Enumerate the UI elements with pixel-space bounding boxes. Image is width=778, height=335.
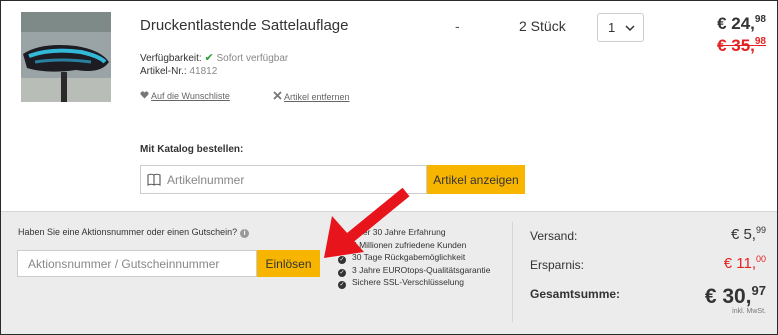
shipping-value-cents: 99: [755, 225, 766, 235]
availability-label: Verfügbarkeit:: [140, 53, 202, 64]
check-icon: ✔: [204, 52, 214, 64]
heart-icon: [140, 91, 151, 101]
summary-divider: [512, 222, 513, 322]
chevron-down-icon: [625, 21, 635, 36]
product-title[interactable]: Druckentlastende Sattelauflage: [140, 17, 348, 34]
info-icon[interactable]: i: [240, 229, 250, 238]
savings-value: € 11,00: [724, 254, 766, 272]
product-image[interactable]: [21, 12, 111, 102]
shipping-label: Versand:: [530, 229, 578, 243]
close-icon: [273, 91, 284, 102]
catalog-order-label: Mit Katalog bestellen:: [140, 144, 244, 155]
wishlist-link[interactable]: Auf die Wunschliste: [140, 91, 230, 101]
article-number: Artikel-Nr.: 41812: [140, 66, 217, 77]
shipping-value: € 5,99: [731, 225, 766, 243]
remove-item-label: Artikel entfernen: [284, 92, 350, 102]
availability: Verfügbarkeit: ✔ Sofort verfügbar: [140, 51, 288, 64]
savings-value-cents: 00: [755, 254, 766, 264]
benefit-text: Sichere SSL-Verschlüsselung: [352, 277, 464, 287]
article-number-label: Artikel-Nr.:: [140, 66, 187, 77]
remove-item-link[interactable]: Artikel entfernen: [273, 91, 350, 102]
benefit-item: ✓ 3 Jahre EUROtops-Qualitätsgarantie: [338, 264, 490, 277]
total-value-main: € 30,: [704, 285, 752, 308]
price-current: € 24,98: [717, 14, 766, 34]
price-current-main: € 24,: [717, 14, 755, 33]
price-old-cents: 98: [754, 36, 766, 47]
price-old: € 35,98: [717, 36, 766, 56]
benefit-item: ✓ Sichere SSL-Verschlüsselung: [338, 276, 490, 289]
article-number-value: 41812: [189, 66, 218, 77]
vat-note: inkl. MwSt.: [732, 308, 766, 315]
voucher-question-text: Haben Sie eine Aktionsnummer oder einen …: [18, 227, 238, 237]
benefit-text: 3 Jahre EUROtops-Qualitätsgarantie: [352, 264, 491, 275]
check-circle-icon: ✓: [338, 281, 346, 289]
show-article-button[interactable]: Artikel anzeigen: [427, 165, 525, 194]
total-value-cents: 97: [751, 283, 766, 298]
total-label: Gesamtsumme:: [530, 287, 621, 301]
quantity-select[interactable]: 1: [597, 13, 644, 42]
quantity-select-value: 1: [608, 20, 616, 35]
price-old-main: € 35,: [717, 36, 755, 55]
price-current-cents: 98: [754, 14, 766, 25]
savings-value-main: € 11,: [723, 255, 756, 272]
redeem-button[interactable]: Einlösen: [257, 250, 320, 277]
voucher-question: Haben Sie eine Aktionsnummer oder einen …: [18, 227, 250, 238]
savings-label: Ersparnis:: [530, 258, 585, 272]
wishlist-link-label: Auf die Wunschliste: [151, 91, 230, 101]
red-arrow-annotation: [324, 187, 410, 258]
voucher-field[interactable]: [17, 250, 257, 277]
total-value: € 30,97: [705, 283, 766, 309]
availability-value: Sofort verfügbar: [216, 53, 289, 64]
shipping-value-main: € 5,: [730, 226, 756, 243]
book-icon: [147, 173, 161, 191]
product-variant-dash: -: [455, 18, 460, 34]
voucher-input[interactable]: [18, 251, 256, 276]
quantity-text: 2 Stück: [519, 18, 566, 34]
